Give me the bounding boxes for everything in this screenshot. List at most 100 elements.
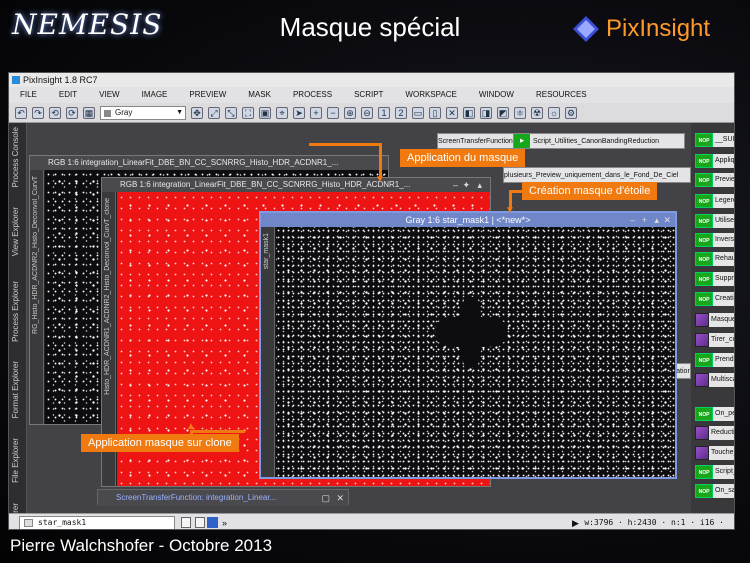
tile-icon[interactable]: ▣ [259,106,271,119]
menu-workspace[interactable]: WORKSPACE [394,87,467,103]
nop-icon: NOP [695,251,713,266]
process-icon-prendre[interactable]: NOPPrendre_ [695,351,734,368]
undo-icon[interactable]: ↶ [15,106,27,119]
tab-process-console[interactable]: Process Console [11,127,25,187]
maximize-icon[interactable]: ✦ [462,180,470,190]
image-window-star-mask[interactable]: Gray 1:6 star_mask1 | <*new*> – + ▴ ✕ st… [259,211,677,479]
tab-label: Process Explorer [11,281,20,342]
process-icon-rehausse[interactable]: NOPRehauss [695,250,734,267]
undo-all-icon[interactable]: ⟲ [49,106,61,119]
process-icon-suite[interactable]: NOP__SUIT [695,131,734,148]
process-icon [695,425,709,440]
view-selector[interactable]: star_mask1 [19,516,175,529]
tab-process-explorer[interactable]: Process Explorer [11,281,25,342]
icon-label: Script_Utilities_CanonBandingReduction [533,137,660,145]
shade-icon[interactable]: ▴ [477,180,482,190]
color-channel-icon[interactable] [207,517,218,528]
menu-resources[interactable]: RESOURCES [525,87,598,103]
minimize-icon[interactable]: – [453,180,458,190]
process-icon-suppression[interactable]: NOPSuppres [695,270,734,287]
more-icon[interactable]: » [222,514,227,529]
nop-icon: NOP [695,153,713,168]
pointer-icon[interactable]: ➤ [293,106,305,119]
process-icon-legere[interactable]: NOPLegere_ [695,192,734,209]
process-icon-label: Prendre_ [713,352,734,367]
process-icon-script-r[interactable]: NOPScript_R [695,463,734,480]
window-title[interactable]: RGB 1:6 integration_LinearFit_DBE_BN_CC_… [102,178,490,192]
process-icon-creation[interactable]: NOPCreation [695,290,734,307]
minimize-icon[interactable]: – [630,215,635,225]
close-icon[interactable]: ✕ [663,215,671,225]
stf-window[interactable]: ScreenTransferFunction: integration_Line… [97,489,349,506]
shrink-icon[interactable]: ⤡ [225,106,237,119]
stf-auto-icon[interactable]: ☢ [531,106,543,119]
star-mask-image[interactable] [276,227,675,477]
mask-show-icon[interactable]: ◨ [480,106,492,119]
tab-file-explorer[interactable]: File Explorer [11,438,25,483]
window-identifier-tab[interactable]: star_mask1 [261,227,275,477]
readout-icon[interactable]: ⌖ [276,106,288,119]
menu-mask[interactable]: MASK [237,87,282,103]
menu-edit[interactable]: EDIT [48,87,88,103]
workspace-icon-stf[interactable]: ScreenTransferFunction [437,133,517,149]
move-icon[interactable]: ✥ [191,106,203,119]
preview-icon[interactable]: ▭ [412,106,424,119]
shade-icon[interactable]: ▴ [654,215,659,225]
zoom-fit-icon[interactable]: ⊕ [344,106,356,119]
workspace-icon-canon-banding[interactable]: ▶ Script_Utilities_CanonBandingReduction [513,133,685,149]
callout-arrow [309,143,381,146]
play-icon[interactable]: ▶ [572,514,579,529]
process-icon-preview[interactable]: NOPPreview [695,171,734,188]
menu-view[interactable]: VIEW [88,87,130,103]
process-icon-multiscale[interactable]: Multisca [695,371,734,388]
zoom-1-icon[interactable]: 1 [378,106,390,119]
status-bar: star_mask1 » ▶ w:3796 · h:2430 · n:1 · i… [9,513,734,529]
delete-preview-icon[interactable] [195,517,205,528]
menu-script[interactable]: SCRIPT [343,87,394,103]
minimize-icon[interactable]: ▢ [321,493,330,503]
menu-preview[interactable]: PREVIEW [178,87,237,103]
window-identifier-tab[interactable]: RG_Histo_HDR_ACDNR2_Histo_Deconvol_CurvT [30,170,44,424]
stf-icon[interactable]: ⚛ [514,106,526,119]
process-icon-utiliser[interactable]: NOPUtiliser_ [695,212,734,229]
menu-file[interactable]: FILE [9,87,48,103]
fit-icon[interactable]: ⤢ [208,106,220,119]
zoom-in-icon[interactable]: + [310,106,322,119]
workspace-icon-preview-fond[interactable]: plusieurs_Preview_uniquement_dans_le_Fon… [503,167,691,183]
icon-label: plusieurs_Preview_uniquement_dans_le_Fon… [504,171,679,179]
menu-image[interactable]: IMAGE [131,87,179,103]
mask-icon[interactable]: ◧ [463,106,475,119]
process-icon-inversion[interactable]: NOPInversio [695,231,734,248]
menu-process[interactable]: PROCESS [282,87,343,103]
color-space-select[interactable]: Gray ▼ [100,105,186,120]
preview-new-icon[interactable]: ▯ [429,106,441,119]
menu-window[interactable]: WINDOW [468,87,525,103]
new-preview-icon[interactable] [181,517,191,528]
redo-icon[interactable]: ↷ [32,106,44,119]
maximize-icon[interactable]: + [642,215,647,225]
window-title[interactable]: RGB 1:6 integration_LinearFit_DBE_BN_CC_… [30,156,388,170]
tab-view-explorer[interactable]: View Explorer [11,207,25,256]
close-icon[interactable]: ✕ [336,493,344,503]
window-title[interactable]: ScreenTransferFunction: integration_Line… [98,490,348,506]
menu-bar: FILE EDIT VIEW IMAGE PREVIEW MASK PROCES… [9,87,734,103]
process-icon-tirer-courbes[interactable]: Tirer_cu [695,331,734,348]
preview-delete-icon[interactable]: ✕ [446,106,458,119]
process-icon-touche[interactable]: Touche_ [695,444,734,461]
process-icon-on-sauver[interactable]: NOPOn_sauv [695,482,734,499]
mask-invert-icon[interactable]: ◩ [497,106,509,119]
process-icon-on-peut[interactable]: NOPOn_peut [695,405,734,422]
rgb-channels-icon[interactable]: ▦ [83,106,95,119]
window-title[interactable]: Gray 1:6 star_mask1 | <*new*> [261,213,675,227]
expand-icon[interactable]: ⛶ [242,106,254,119]
settings-icon[interactable]: ⚙ [565,106,577,119]
stf-reset-icon[interactable]: ☼ [548,106,560,119]
tab-format-explorer[interactable]: Format Explorer [11,361,25,418]
process-icon-appliquer[interactable]: NOPAppliqu [695,152,734,169]
zoom-reset-icon[interactable]: ⊖ [361,106,373,119]
process-icon-masque[interactable]: Masque_ [695,311,734,328]
zoom-out-icon[interactable]: − [327,106,339,119]
redo-all-icon[interactable]: ⟳ [66,106,78,119]
process-icon-reduction[interactable]: Reductio [695,424,734,441]
zoom-2-icon[interactable]: 2 [395,106,407,119]
